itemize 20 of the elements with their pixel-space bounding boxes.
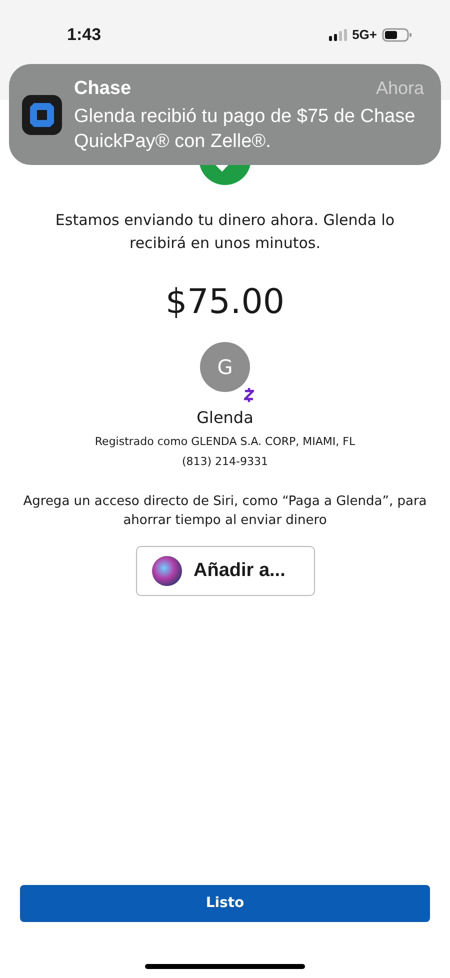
signal-icon <box>329 28 348 41</box>
battery-icon <box>382 28 412 42</box>
notification-time: Ahora <box>376 77 424 100</box>
network-label: 5G+ <box>352 26 377 44</box>
add-to-siri-button[interactable]: Añadir a... <box>136 546 314 596</box>
status-message: Estamos enviando tu dinero ahora. Glenda lo recibirá en unos minutos. <box>54 210 396 254</box>
notification-message: Glenda recibió tu pago de $75 de Chase QuickPay® con Zelle®. <box>74 104 416 154</box>
siri-icon <box>152 556 182 586</box>
registered-name: Registrado como GLENDA S.A. CORP, MIAMI, FL <box>94 434 356 450</box>
notification-banner[interactable]: Chase Ahora Glenda recibió tu pago de $75 de Chase QuickPay® con Zelle®. <box>9 64 441 165</box>
amount: $75.00 <box>166 281 284 324</box>
phone-number: (813) 214-9331 <box>182 454 268 470</box>
zelle-icon <box>244 388 254 402</box>
avatar: G <box>200 342 250 392</box>
recipient-name: Glenda <box>196 407 254 429</box>
status-time: 1:43 <box>67 24 102 46</box>
done-button[interactable]: Listo <box>20 885 430 922</box>
siri-prompt: Agrega un acceso directo de Siri, como “Paga a Glenda”, para ahorrar tiempo al enviar dinero <box>22 493 428 530</box>
app-icon <box>22 94 62 134</box>
notification-app-name: Chase <box>74 77 132 102</box>
